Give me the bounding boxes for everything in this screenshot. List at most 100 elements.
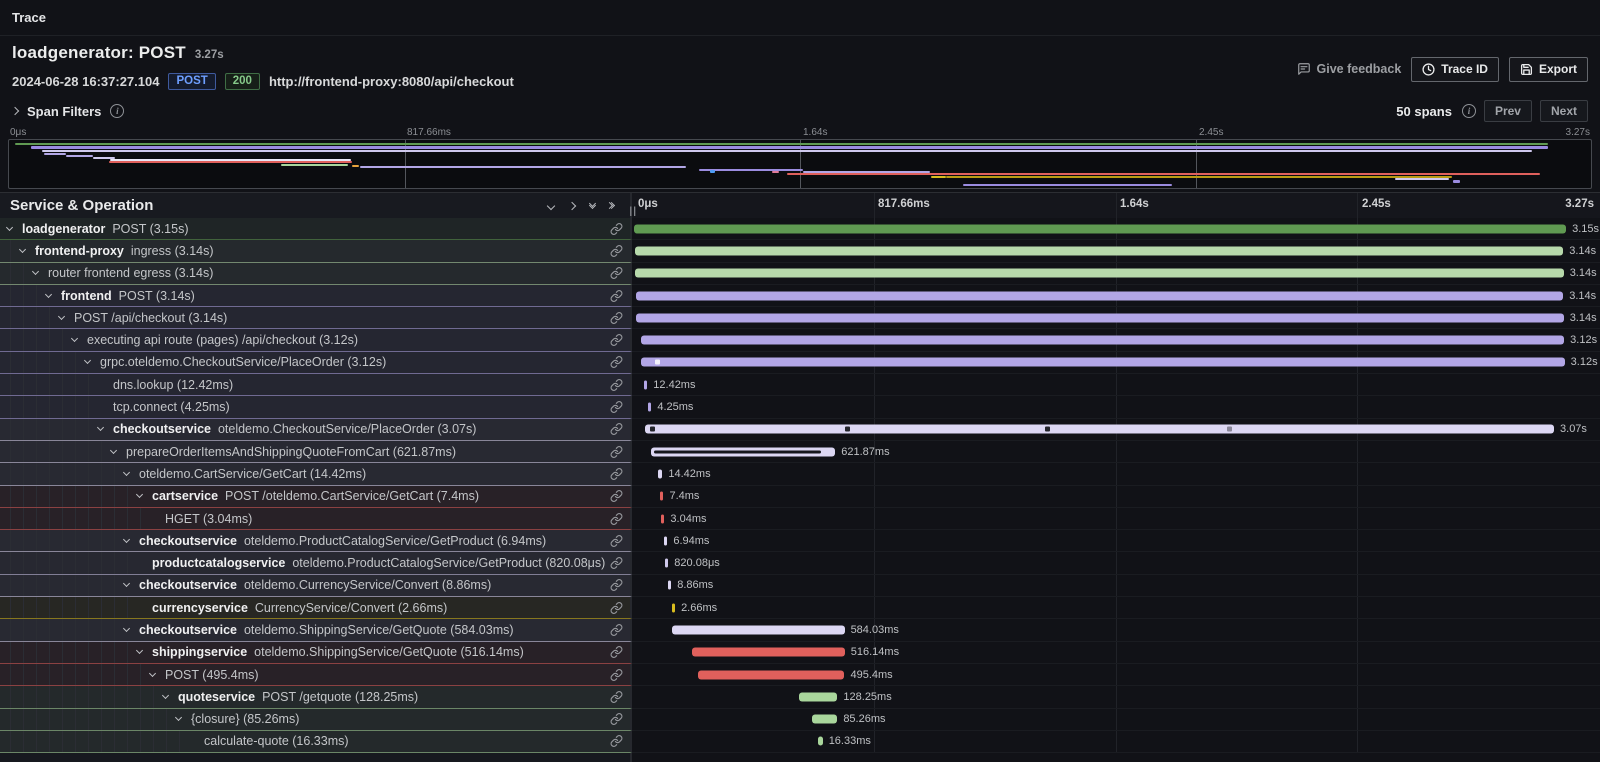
span-row[interactable]: currencyservice CurrencyService/Convert … <box>0 597 1600 619</box>
span-row[interactable]: POST /api/checkout (3.14s)3.14s <box>0 307 1600 329</box>
collapse-caret-icon[interactable] <box>123 625 130 632</box>
span-name-cell[interactable]: POST /api/checkout (3.14s) <box>0 307 632 329</box>
collapse-caret-icon[interactable] <box>123 536 130 543</box>
span-link-icon[interactable] <box>610 289 623 302</box>
span-link-icon[interactable] <box>610 557 623 570</box>
span-bar[interactable] <box>672 603 675 612</box>
prev-button[interactable]: Prev <box>1484 100 1532 122</box>
span-timeline-cell[interactable]: 6.94ms <box>632 530 1600 552</box>
span-link-icon[interactable] <box>610 512 623 525</box>
span-bar[interactable] <box>668 581 671 590</box>
collapse-caret-icon[interactable] <box>97 424 104 431</box>
span-link-icon[interactable] <box>610 311 623 324</box>
collapse-caret-icon[interactable] <box>149 670 156 677</box>
span-timeline-cell[interactable]: 3.15s <box>632 218 1600 240</box>
span-timeline-cell[interactable]: 3.14s <box>632 240 1600 262</box>
span-link-icon[interactable] <box>610 646 623 659</box>
span-link-icon[interactable] <box>610 423 623 436</box>
span-timeline-cell[interactable]: 3.07s <box>632 419 1600 441</box>
span-bar[interactable] <box>672 625 845 634</box>
span-row[interactable]: POST (495.4ms)495.4ms <box>0 664 1600 686</box>
span-row[interactable]: shippingservice oteldemo.ShippingService… <box>0 642 1600 664</box>
span-link-icon[interactable] <box>610 401 623 414</box>
span-name-cell[interactable]: checkoutservice oteldemo.CurrencyService… <box>0 575 632 597</box>
collapse-caret-icon[interactable] <box>123 580 130 587</box>
span-name-cell[interactable]: frontend POST (3.14s) <box>0 285 632 307</box>
span-bar[interactable] <box>692 648 845 657</box>
span-row[interactable]: dns.lookup (12.42ms)12.42ms <box>0 374 1600 396</box>
span-name-cell[interactable]: {closure} (85.26ms) <box>0 709 632 731</box>
span-timeline-cell[interactable]: 3.14s <box>632 307 1600 329</box>
span-bar[interactable] <box>698 670 845 679</box>
span-link-icon[interactable] <box>610 356 623 369</box>
span-row[interactable]: router frontend egress (3.14s)3.14s <box>0 263 1600 285</box>
span-name-cell[interactable]: prepareOrderItemsAndShippingQuoteFromCar… <box>0 441 632 463</box>
span-name-cell[interactable]: oteldemo.CartService/GetCart (14.42ms) <box>0 463 632 485</box>
span-name-cell[interactable]: router frontend egress (3.14s) <box>0 263 632 285</box>
span-link-icon[interactable] <box>610 467 623 480</box>
info-icon[interactable]: i <box>110 104 124 118</box>
span-link-icon[interactable] <box>610 690 623 703</box>
span-row[interactable]: frontend-proxy ingress (3.14s)3.14s <box>0 240 1600 262</box>
collapse-caret-icon[interactable] <box>19 246 26 253</box>
span-row[interactable]: oteldemo.CartService/GetCart (14.42ms)14… <box>0 463 1600 485</box>
span-name-cell[interactable]: checkoutservice oteldemo.ProductCatalogS… <box>0 530 632 552</box>
span-bar[interactable] <box>641 336 1564 345</box>
span-link-icon[interactable] <box>610 445 623 458</box>
collapse-caret-icon[interactable] <box>32 268 39 275</box>
span-timeline-cell[interactable]: 3.04ms <box>632 508 1600 530</box>
span-timeline-cell[interactable]: 3.14s <box>632 285 1600 307</box>
span-name-cell[interactable]: productcatalogservice oteldemo.ProductCa… <box>0 552 632 574</box>
span-name-cell[interactable]: quoteservice POST /getquote (128.25ms) <box>0 686 632 708</box>
span-timeline-cell[interactable]: 516.14ms <box>632 642 1600 664</box>
span-link-icon[interactable] <box>610 534 623 547</box>
span-timeline-cell[interactable]: 85.26ms <box>632 709 1600 731</box>
span-timeline-cell[interactable]: 14.42ms <box>632 463 1600 485</box>
span-bar[interactable] <box>641 358 1564 367</box>
span-timeline-cell[interactable]: 12.42ms <box>632 374 1600 396</box>
span-bar[interactable] <box>661 514 664 523</box>
span-bar[interactable] <box>812 715 837 724</box>
collapse-caret-icon[interactable] <box>162 692 169 699</box>
span-row[interactable]: loadgenerator POST (3.15s)3.15s <box>0 218 1600 240</box>
span-bar[interactable] <box>645 425 1554 434</box>
span-link-icon[interactable] <box>610 222 623 235</box>
collapse-caret-icon[interactable] <box>71 335 78 342</box>
span-bar[interactable] <box>799 692 837 701</box>
span-timeline-cell[interactable]: 584.03ms <box>632 619 1600 641</box>
collapse-caret-icon[interactable] <box>6 224 13 231</box>
span-row[interactable]: checkoutservice oteldemo.CheckoutService… <box>0 419 1600 441</box>
trace-id-button[interactable]: Trace ID <box>1411 57 1499 82</box>
span-name-cell[interactable]: shippingservice oteldemo.ShippingService… <box>0 642 632 664</box>
span-link-icon[interactable] <box>610 713 623 726</box>
collapse-caret-icon[interactable] <box>58 313 65 320</box>
span-timeline-cell[interactable]: 621.87ms <box>632 441 1600 463</box>
span-timeline-cell[interactable]: 128.25ms <box>632 686 1600 708</box>
collapse-caret-icon[interactable] <box>175 714 182 721</box>
span-row[interactable]: frontend POST (3.14s)3.14s <box>0 285 1600 307</box>
span-bar[interactable] <box>635 269 1563 278</box>
span-name-cell[interactable]: frontend-proxy ingress (3.14s) <box>0 240 632 262</box>
span-name-cell[interactable]: checkoutservice oteldemo.ShippingService… <box>0 619 632 641</box>
span-name-cell[interactable]: dns.lookup (12.42ms) <box>0 374 632 396</box>
span-row[interactable]: checkoutservice oteldemo.ProductCatalogS… <box>0 530 1600 552</box>
span-row[interactable]: quoteservice POST /getquote (128.25ms)12… <box>0 686 1600 708</box>
span-link-icon[interactable] <box>610 735 623 748</box>
collapse-caret-icon[interactable] <box>45 290 52 297</box>
trace-minimap[interactable]: 0μs817.66ms1.64s2.45s3.27s <box>8 126 1592 189</box>
give-feedback-link[interactable]: Give feedback <box>1297 62 1402 76</box>
span-bar[interactable] <box>658 469 662 478</box>
span-timeline-cell[interactable]: 3.12s <box>632 329 1600 351</box>
span-timeline-cell[interactable]: 7.4ms <box>632 486 1600 508</box>
span-row[interactable]: executing api route (pages) /api/checkou… <box>0 329 1600 351</box>
collapse-caret-icon[interactable] <box>123 469 130 476</box>
span-name-cell[interactable]: currencyservice CurrencyService/Convert … <box>0 597 632 619</box>
span-name-cell[interactable]: grpc.oteldemo.CheckoutService/PlaceOrder… <box>0 352 632 374</box>
span-name-cell[interactable]: executing api route (pages) /api/checkou… <box>0 329 632 351</box>
span-row[interactable]: HGET (3.04ms)3.04ms <box>0 508 1600 530</box>
export-button[interactable]: Export <box>1509 57 1588 82</box>
collapse-caret-icon[interactable] <box>136 647 143 654</box>
span-bar[interactable] <box>648 403 651 412</box>
collapse-all-icon[interactable] <box>590 204 595 208</box>
span-row[interactable]: prepareOrderItemsAndShippingQuoteFromCar… <box>0 441 1600 463</box>
